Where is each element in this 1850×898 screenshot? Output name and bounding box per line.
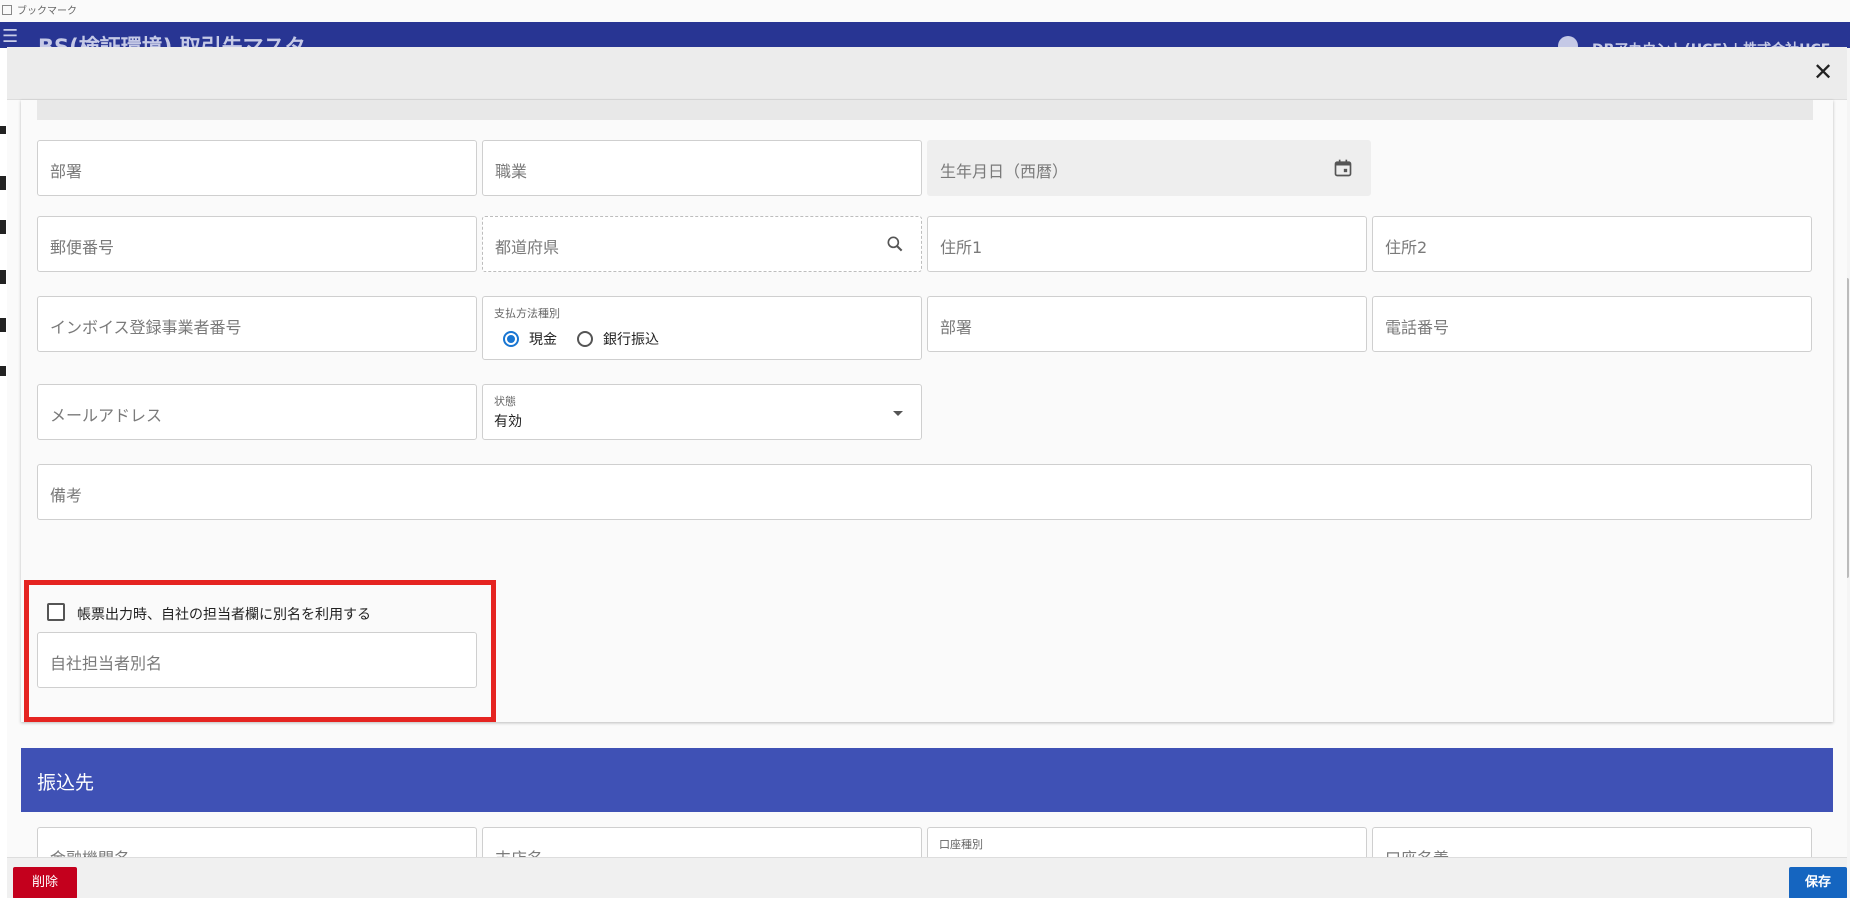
menu-icon[interactable]: ☰ <box>2 28 18 46</box>
postal-code-field[interactable]: 郵便番号 <box>37 216 477 272</box>
department2-placeholder: 部署 <box>940 318 973 337</box>
bookmark-label: ブックマーク <box>17 6 77 17</box>
dialog-header: ✕ <box>7 47 1847 100</box>
email-placeholder: メールアドレス <box>50 406 163 425</box>
search-icon[interactable] <box>885 234 905 254</box>
remarks-field[interactable]: 備考 <box>37 464 1812 520</box>
payment-type-group: 支払方法種別 現金 銀行振込 <box>482 296 922 360</box>
email-field[interactable]: メールアドレス <box>37 384 477 440</box>
bank-section-header: 振込先 <box>21 748 1833 812</box>
status-select[interactable]: 状態 有効 <box>482 384 922 440</box>
address1-field[interactable]: 住所1 <box>927 216 1367 272</box>
prefecture-placeholder: 都道府県 <box>495 238 560 257</box>
dialog-body: 部署 職業 生年月日（西暦） 郵便番号 都道府県 住所1 住所2 インボイス登録… <box>7 100 1847 898</box>
remarks-placeholder: 備考 <box>50 486 83 505</box>
address1-placeholder: 住所1 <box>940 238 983 257</box>
status-label: 状態 <box>494 395 516 408</box>
save-button[interactable]: 保存 <box>1789 867 1847 898</box>
radio-cash-label[interactable]: 現金 <box>529 329 557 349</box>
status-value: 有効 <box>494 414 522 430</box>
folder-icon <box>2 4 12 15</box>
dialog-footer: 削除 保存 <box>7 857 1847 898</box>
birthdate-field[interactable]: 生年月日（西暦） <box>927 140 1371 196</box>
invoice-number-field[interactable]: インボイス登録事業者番号 <box>37 296 477 352</box>
background-page-peek <box>0 48 6 898</box>
postal-code-placeholder: 郵便番号 <box>50 238 115 257</box>
account-type-label: 口座種別 <box>939 838 983 851</box>
edit-dialog: ✕ 部署 職業 生年月日（西暦） 郵便番号 都道府県 住所1 住所2 インボイス… <box>7 47 1847 898</box>
delete-button[interactable]: 削除 <box>13 867 77 898</box>
radio-bank-transfer[interactable] <box>577 331 593 347</box>
browser-bookmark-bar: ブックマーク <box>0 0 1850 22</box>
occupation-field[interactable]: 職業 <box>482 140 922 196</box>
payment-type-label: 支払方法種別 <box>494 307 560 320</box>
chevron-down-icon[interactable] <box>893 411 903 416</box>
close-icon[interactable]: ✕ <box>1810 59 1836 85</box>
radio-cash[interactable] <box>503 331 519 347</box>
occupation-placeholder: 職業 <box>495 162 528 181</box>
department-placeholder: 部署 <box>50 162 83 181</box>
birthdate-placeholder: 生年月日（西暦） <box>940 162 1069 181</box>
bank-section-title: 振込先 <box>37 772 95 794</box>
radio-bank-transfer-label[interactable]: 銀行振込 <box>603 329 659 349</box>
department-field[interactable]: 部署 <box>37 140 477 196</box>
phone-field[interactable]: 電話番号 <box>1372 296 1812 352</box>
invoice-number-placeholder: インボイス登録事業者番号 <box>50 318 242 337</box>
app-header: ☰ BS(検証環境) 取引先マスタ DBアカウント(UCE) | 株式会社UCE <box>0 22 1850 48</box>
phone-placeholder: 電話番号 <box>1385 318 1450 337</box>
alias-name-field[interactable]: 自社担当者別名 <box>37 632 477 688</box>
section-strip <box>37 100 1813 120</box>
prefecture-field[interactable]: 都道府県 <box>482 216 922 272</box>
app-title: BS(検証環境) 取引先マスタ <box>38 35 306 48</box>
calendar-icon[interactable] <box>1333 158 1353 178</box>
address2-placeholder: 住所2 <box>1385 238 1428 257</box>
alias-checkbox[interactable] <box>47 603 65 621</box>
department2-field[interactable]: 部署 <box>927 296 1367 352</box>
payment-type-options: 現金 銀行振込 <box>503 329 679 349</box>
bookmark-item[interactable]: ブックマーク <box>2 2 77 17</box>
alias-checkbox-label[interactable]: 帳票出力時、自社の担当者欄に別名を利用する <box>77 604 371 624</box>
alias-name-placeholder: 自社担当者別名 <box>50 654 163 673</box>
address2-field[interactable]: 住所2 <box>1372 216 1812 272</box>
